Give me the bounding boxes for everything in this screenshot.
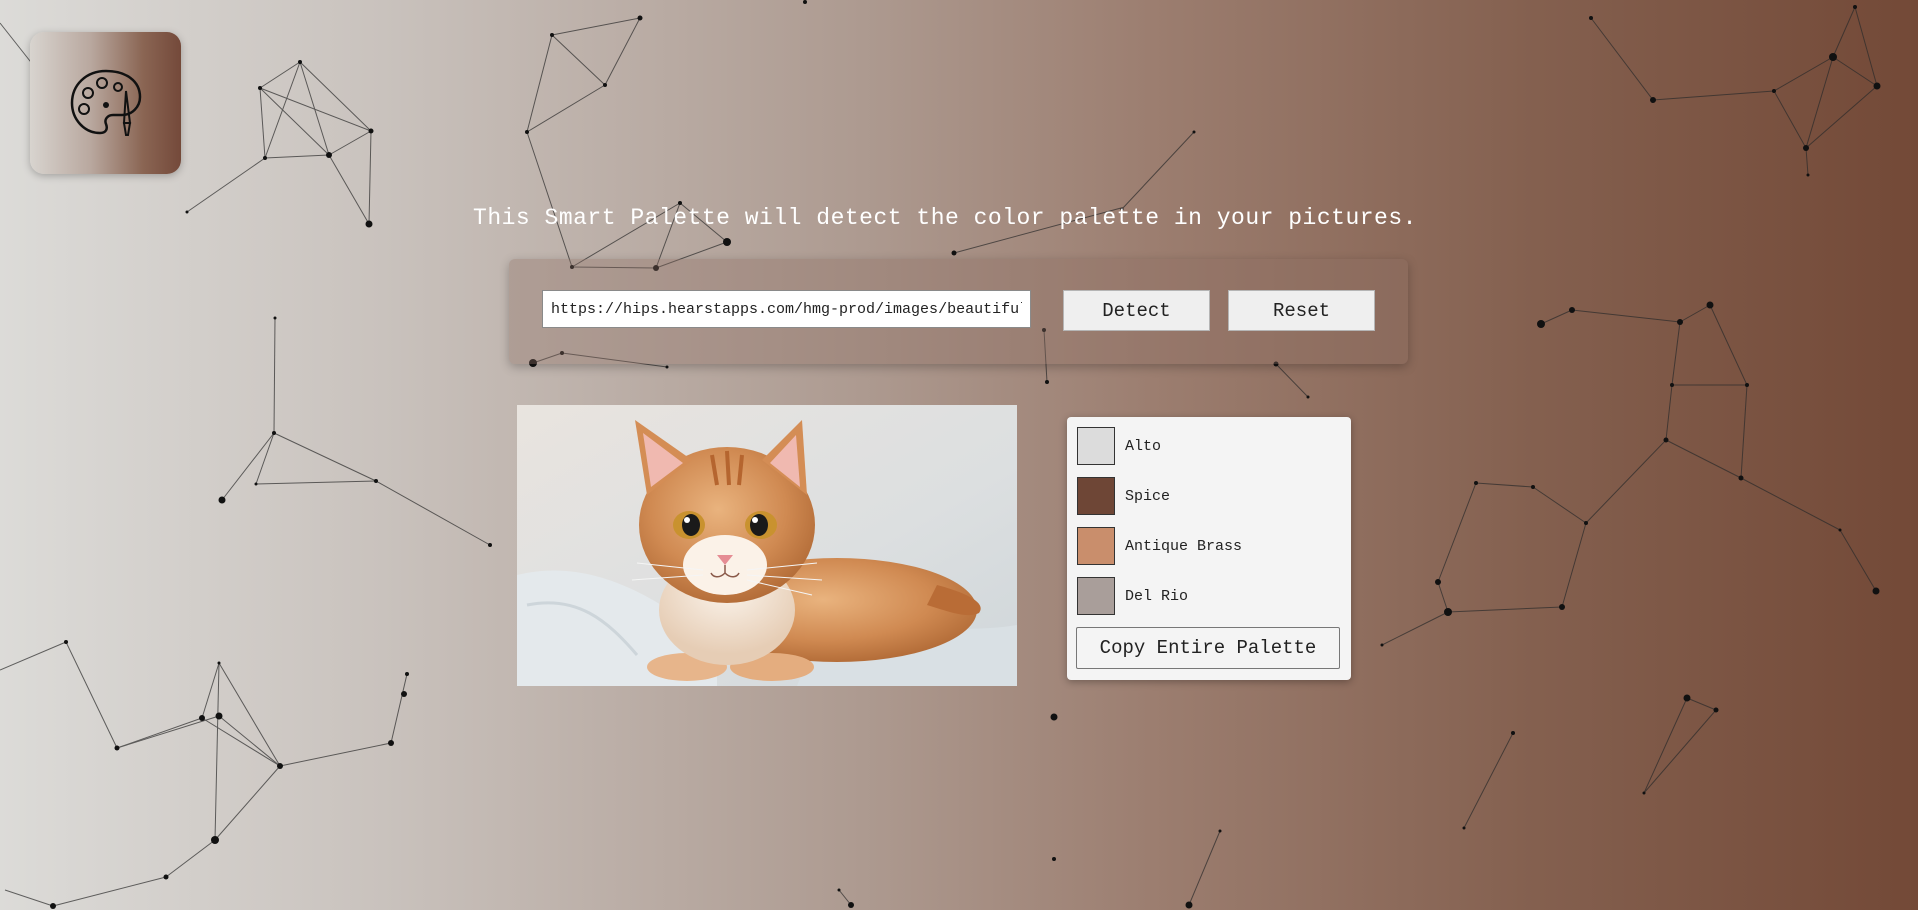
reset-button[interactable]: Reset xyxy=(1228,290,1375,331)
palette-row[interactable]: Del Rio xyxy=(1077,576,1188,616)
kitten-photo-illustration xyxy=(517,405,1017,686)
page-headline: This Smart Palette will detect the color… xyxy=(473,205,1417,231)
color-name: Spice xyxy=(1125,487,1171,505)
color-name: Del Rio xyxy=(1125,587,1189,605)
image-url-input[interactable] xyxy=(542,290,1031,328)
source-image-kitten xyxy=(517,405,1017,686)
palette-row[interactable]: Alto xyxy=(1077,426,1161,466)
palette-row[interactable]: Antique Brass xyxy=(1077,526,1242,566)
detected-palette-card: Alto Spice Antique Brass Del Rio Copy En… xyxy=(1067,417,1351,680)
color-swatch[interactable] xyxy=(1077,477,1115,515)
color-swatch[interactable] xyxy=(1077,427,1115,465)
color-swatch[interactable] xyxy=(1077,527,1115,565)
palette-icon xyxy=(70,69,141,136)
color-name: Alto xyxy=(1125,437,1162,455)
palette-row[interactable]: Spice xyxy=(1077,476,1170,516)
color-swatch[interactable] xyxy=(1077,577,1115,615)
detect-button[interactable]: Detect xyxy=(1063,290,1210,331)
color-name: Antique Brass xyxy=(1125,537,1243,555)
copy-palette-button[interactable]: Copy Entire Palette xyxy=(1076,627,1340,669)
url-controls-panel: Detect Reset xyxy=(509,259,1408,364)
app-logo[interactable] xyxy=(30,32,181,174)
